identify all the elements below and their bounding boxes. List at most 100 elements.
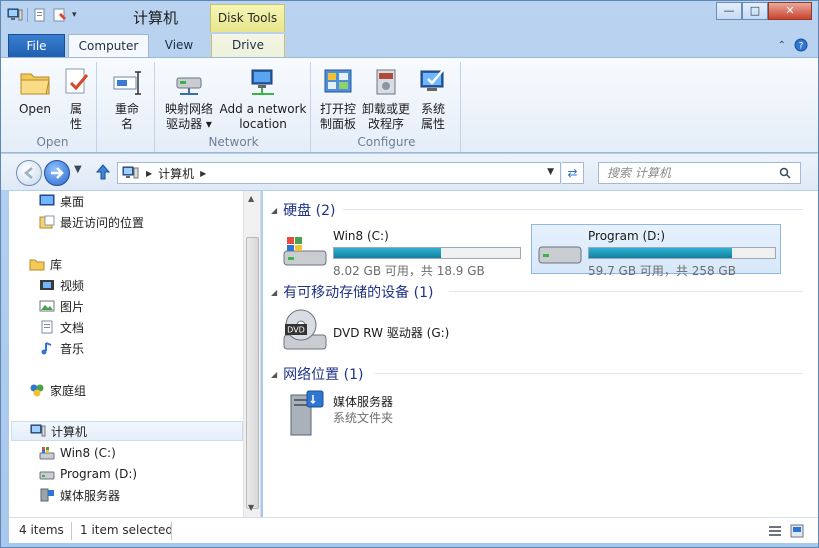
nav-item-drive-c[interactable]: Win8 (C:) (39, 443, 116, 463)
properties-button[interactable]: 属 性 (59, 66, 93, 132)
section-removable[interactable]: ◢ 有可移动存储的设备 (1) (271, 282, 433, 302)
nav-item-music[interactable]: 音乐 (39, 338, 84, 358)
ribbon-group-rename: 重命 名 (99, 62, 155, 152)
system-properties-button[interactable]: 系统 属性 (413, 66, 453, 132)
add-network-location-button[interactable]: Add a network location (217, 66, 309, 132)
ribbon-group-network: 映射网络 驱动器 ▾ Add a network location Networ… (157, 62, 311, 152)
qat-dropdown-icon[interactable]: ▾ (72, 10, 77, 20)
nav-item-media-server[interactable]: 媒体服务器 (39, 485, 120, 505)
homegroup-icon (30, 384, 44, 397)
system-label-2: 属性 (420, 117, 445, 131)
dvd-icon-label: DVD (287, 326, 305, 335)
disk-tools-context-tab[interactable]: Disk Tools (210, 4, 285, 32)
large-icons-view-icon[interactable] (790, 524, 804, 538)
rename-label-2: 名 (120, 117, 133, 131)
uninstall-program-button[interactable]: 卸载或更 改程序 (361, 66, 411, 132)
nav-item-libraries[interactable]: 库 (29, 254, 62, 274)
drive-free-c: 8.02 GB 可用，共 18.9 GB (333, 264, 485, 278)
nav-item-computer[interactable]: 计算机 (11, 421, 243, 441)
refresh-button[interactable]: ⇄ (562, 162, 584, 184)
collapse-triangle-icon[interactable]: ◢ (271, 206, 277, 215)
new-folder-icon[interactable] (52, 7, 68, 23)
forward-button[interactable] (44, 160, 70, 186)
navigation-pane: 桌面 最近访问的位置 库 视频 图片 文档 音乐 家庭组 计算机 Win8 (C… (9, 191, 261, 517)
drive-tile-d[interactable]: Program (D:) 59.7 GB 可用，共 258 GB (531, 224, 781, 278)
computer-icon[interactable] (7, 7, 23, 23)
properties-icon[interactable] (32, 7, 48, 23)
nav-label-drive-d: Program (D:) (60, 467, 138, 481)
tab-drive[interactable]: Drive (211, 34, 285, 58)
documents-icon (41, 320, 53, 334)
ribbon: Open 属 性 Open 重命 名 映射网络 驱动器 ▾ Add a netw… (1, 57, 818, 153)
recent-places-icon (39, 215, 55, 229)
breadcrumb-chevron-icon[interactable]: ▶ (200, 169, 206, 178)
system-properties-icon (420, 69, 444, 91)
ribbon-group-configure: 打开控 制面板 卸载或更 改程序 系统 属性 Configure (313, 62, 461, 152)
nav-item-documents[interactable]: 文档 (39, 317, 84, 337)
tab-computer[interactable]: Computer (68, 34, 149, 59)
breadcrumb-separator-icon[interactable]: ▶ (146, 169, 152, 178)
tab-file[interactable]: File (8, 34, 65, 58)
section-hard-disks[interactable]: ◢ 硬盘 (2) (271, 200, 335, 220)
section-divider (343, 209, 803, 210)
nav-item-pictures[interactable]: 图片 (39, 296, 84, 316)
minimize-button[interactable]: — (716, 2, 742, 20)
drive-name-d: Program (D:) (588, 229, 666, 243)
hard-drive-large-icon (538, 246, 582, 264)
control-panel-icon (324, 69, 352, 93)
address-input[interactable]: ▶ 计算机 ▶ ▼ (117, 162, 561, 184)
map-network-drive-button[interactable]: 映射网络 驱动器 ▾ (161, 66, 217, 132)
close-button[interactable]: ✕ (768, 2, 812, 20)
dvd-drive-tile[interactable]: DVD DVD RW 驱动器 (G:) (277, 307, 527, 357)
rename-button[interactable]: 重命 名 (107, 66, 147, 132)
collapse-ribbon-icon[interactable]: ⌃ (778, 40, 786, 51)
collapse-triangle-icon[interactable]: ◢ (271, 288, 277, 297)
scroll-thumb[interactable] (246, 237, 259, 509)
breadcrumb-computer[interactable]: 计算机 (158, 165, 194, 182)
explorer-window: ▾ 计算机 Disk Tools — □ ✕ File Computer Vie… (0, 0, 819, 548)
search-icon[interactable] (779, 167, 791, 179)
address-dropdown-icon[interactable]: ▼ (547, 167, 554, 177)
status-separator (171, 522, 172, 540)
maximize-button[interactable]: □ (742, 2, 768, 20)
help-icon[interactable]: ? (794, 38, 808, 52)
nav-item-homegroup[interactable]: 家庭组 (29, 380, 86, 400)
media-server-tile[interactable]: 媒体服务器 系统文件夹 (277, 389, 527, 439)
refresh-icon: ⇄ (567, 166, 578, 180)
section-network-locations[interactable]: ◢ 网络位置 (1) (271, 364, 363, 384)
drive-usage-fill-c (334, 248, 441, 258)
hard-drive-icon (39, 471, 55, 480)
navigation-scrollbar[interactable]: ▲ ▼ (243, 191, 260, 517)
search-input[interactable]: 搜索 计算机 (598, 162, 801, 184)
tab-view[interactable]: View (151, 34, 207, 58)
window-controls: — □ ✕ (716, 2, 812, 20)
up-arrow-icon[interactable] (95, 163, 111, 181)
nav-item-videos[interactable]: 视频 (39, 275, 84, 295)
nav-item-drive-d[interactable]: Program (D:) (39, 464, 137, 484)
nav-item-recent[interactable]: 最近访问的位置 (39, 212, 144, 232)
scroll-up-icon[interactable]: ▲ (248, 194, 254, 203)
title-bar: ▾ 计算机 Disk Tools — □ ✕ (1, 1, 818, 32)
details-view-icon[interactable] (768, 524, 782, 538)
open-button[interactable]: Open (13, 66, 57, 117)
drive-tile-c[interactable]: Win8 (C:) 8.02 GB 可用，共 18.9 GB (277, 225, 527, 278)
nav-label-libraries: 库 (50, 257, 63, 272)
rename-icon (113, 71, 141, 95)
collapse-triangle-icon[interactable]: ◢ (271, 370, 277, 379)
ribbon-group-open: Open 属 性 Open (9, 62, 97, 152)
back-button[interactable] (16, 160, 42, 186)
system-label-1: 系统 (420, 102, 445, 116)
nav-label-desktop: 桌面 (60, 194, 85, 209)
nav-item-desktop[interactable]: 桌面 (39, 191, 84, 211)
window-title: 计算机 (133, 9, 179, 27)
open-control-panel-button[interactable]: 打开控 制面板 (315, 66, 361, 132)
rename-label-1: 重命 (114, 102, 139, 116)
drive-name-c: Win8 (C:) (333, 229, 389, 243)
music-icon (41, 342, 52, 355)
scroll-down-icon[interactable]: ▼ (248, 503, 254, 512)
control-panel-label-2: 制面板 (319, 117, 356, 131)
content-pane: ◢ 硬盘 (2) Win8 (C:) 8.02 GB 可用，共 18.9 GB … (263, 191, 818, 517)
map-drive-label-1: 映射网络 (164, 102, 213, 116)
qat-separator (27, 8, 28, 22)
recent-locations-chevron-icon[interactable]: ▼ (74, 164, 82, 175)
